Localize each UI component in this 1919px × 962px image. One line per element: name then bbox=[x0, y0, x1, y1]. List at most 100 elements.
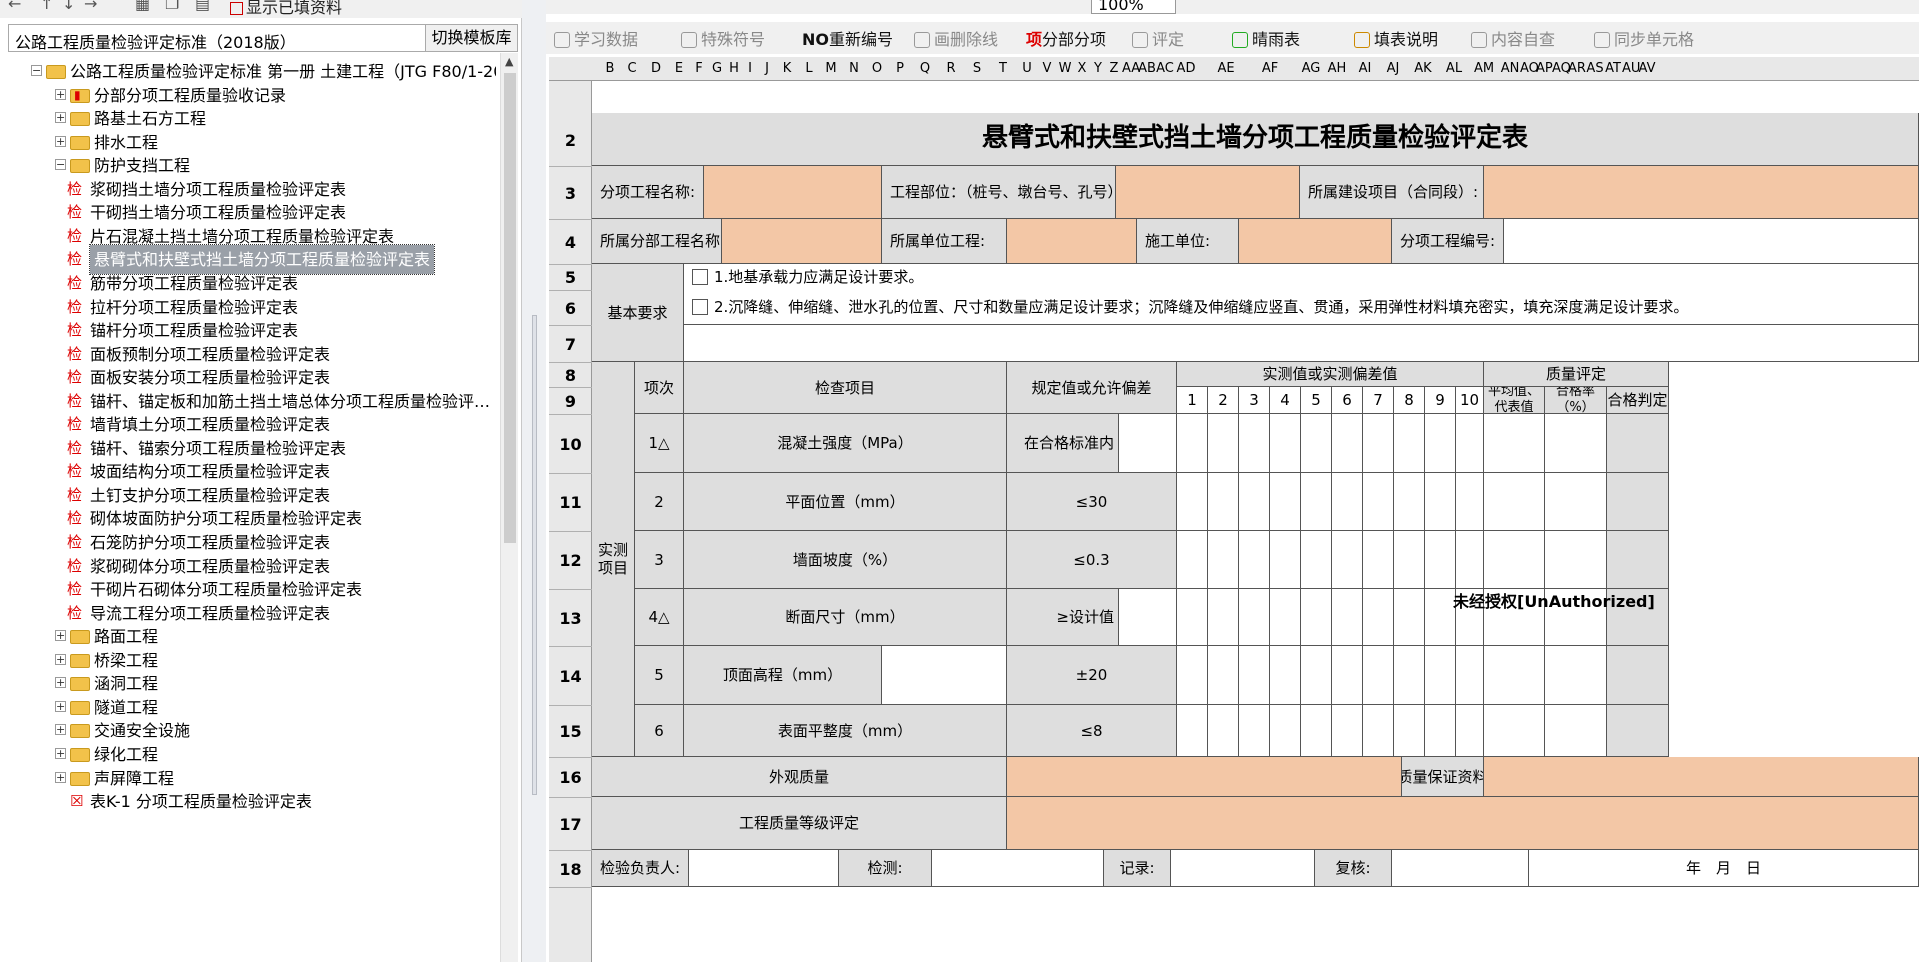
row-header[interactable]: 7 bbox=[549, 335, 592, 354]
measure-cell[interactable] bbox=[1394, 414, 1425, 473]
measure-cell[interactable] bbox=[1456, 705, 1484, 757]
column-header[interactable]: AM bbox=[1470, 61, 1498, 76]
toolbar-study-button[interactable]: 学习数据 bbox=[554, 26, 638, 50]
measure-cell[interactable] bbox=[1425, 531, 1456, 589]
column-header[interactable]: AP bbox=[1536, 61, 1553, 76]
column-header[interactable]: AO bbox=[1520, 61, 1539, 76]
contractor-input[interactable] bbox=[1239, 219, 1392, 264]
column-header[interactable]: AA bbox=[1122, 61, 1140, 76]
measure-cell[interactable] bbox=[1363, 589, 1394, 646]
paste-icon[interactable]: ▤ bbox=[195, 0, 210, 13]
column-header[interactable]: Q bbox=[912, 61, 938, 76]
column-header[interactable]: P bbox=[888, 61, 912, 76]
measure-cell[interactable] bbox=[1208, 531, 1239, 589]
column-header[interactable]: AD bbox=[1174, 61, 1198, 76]
measure-cell[interactable] bbox=[1270, 531, 1301, 589]
toolbar-item-button[interactable]: 项分部分项 bbox=[1026, 26, 1106, 50]
measure-cell[interactable] bbox=[1456, 646, 1484, 705]
measure-cell[interactable] bbox=[1239, 646, 1270, 705]
date-cell[interactable]: 年 月 日 bbox=[1529, 850, 1919, 887]
column-header[interactable]: I bbox=[742, 61, 758, 76]
measure-cell[interactable] bbox=[1208, 589, 1239, 646]
row-header[interactable]: 4 bbox=[549, 233, 592, 252]
expand-toggle-icon[interactable]: + bbox=[55, 771, 66, 783]
measure-index[interactable]: 5 bbox=[1301, 387, 1332, 414]
appearance-input[interactable] bbox=[1007, 757, 1402, 797]
expand-toggle-icon[interactable]: + bbox=[55, 653, 66, 665]
measure-cell[interactable] bbox=[1301, 531, 1332, 589]
row-header[interactable]: 11 bbox=[549, 493, 592, 512]
measure-index[interactable]: 4 bbox=[1270, 387, 1301, 414]
column-header[interactable]: X bbox=[1074, 61, 1090, 76]
measure-index[interactable]: 9 bbox=[1425, 387, 1456, 414]
column-header[interactable]: AE bbox=[1210, 61, 1242, 76]
row-header[interactable]: 3 bbox=[549, 184, 592, 203]
measure-cell[interactable] bbox=[1301, 589, 1332, 646]
column-header[interactable]: S bbox=[964, 61, 990, 76]
measure-cell[interactable] bbox=[1425, 646, 1456, 705]
column-header[interactable]: AR bbox=[1568, 61, 1586, 76]
column-header[interactable]: AG bbox=[1298, 61, 1324, 76]
column-header[interactable]: W bbox=[1056, 61, 1074, 76]
column-header[interactable]: AL bbox=[1440, 61, 1468, 76]
column-header[interactable]: Z bbox=[1106, 61, 1122, 76]
toolbar-weather-button[interactable]: 晴雨表 bbox=[1232, 26, 1300, 50]
measure-index[interactable]: 10 bbox=[1456, 387, 1484, 414]
measure-cell[interactable] bbox=[1394, 705, 1425, 757]
avg-cell[interactable] bbox=[1484, 646, 1545, 705]
back-icon[interactable]: ← bbox=[8, 0, 21, 13]
row-header[interactable]: 13 bbox=[549, 609, 592, 628]
expand-toggle-icon[interactable]: + bbox=[55, 630, 66, 642]
measure-cell[interactable] bbox=[1270, 473, 1301, 531]
column-header[interactable]: AU bbox=[1622, 61, 1640, 76]
measure-cell[interactable] bbox=[1301, 414, 1332, 473]
item-no-input[interactable] bbox=[1504, 219, 1919, 264]
measure-cell[interactable] bbox=[1332, 531, 1363, 589]
pass-rate-cell[interactable] bbox=[1545, 646, 1607, 705]
measure-cell[interactable] bbox=[1301, 646, 1332, 705]
column-header[interactable]: V bbox=[1038, 61, 1056, 76]
pass-rate-cell[interactable] bbox=[1545, 531, 1607, 589]
measure-cell[interactable] bbox=[1394, 589, 1425, 646]
splitter-handle[interactable] bbox=[532, 315, 537, 795]
measure-cell[interactable] bbox=[1456, 531, 1484, 589]
measure-index[interactable]: 7 bbox=[1363, 387, 1394, 414]
tree-scrollbar[interactable]: ▲ bbox=[500, 53, 518, 962]
measure-cell[interactable] bbox=[1363, 705, 1394, 757]
measure-cell[interactable] bbox=[1208, 705, 1239, 757]
measure-cell[interactable] bbox=[1332, 646, 1363, 705]
avg-cell[interactable] bbox=[1484, 414, 1545, 473]
column-header[interactable]: AF bbox=[1254, 61, 1286, 76]
grid-icon[interactable]: ▦ bbox=[135, 0, 150, 13]
measure-cell[interactable] bbox=[1394, 531, 1425, 589]
column-header[interactable]: AV bbox=[1638, 61, 1656, 76]
avg-cell[interactable] bbox=[1484, 531, 1545, 589]
row-header[interactable]: 18 bbox=[549, 860, 592, 879]
measure-cell[interactable] bbox=[1239, 414, 1270, 473]
column-header[interactable]: U bbox=[1016, 61, 1038, 76]
column-header[interactable]: AK bbox=[1408, 61, 1438, 76]
measure-cell[interactable] bbox=[1270, 589, 1301, 646]
column-header[interactable]: AI bbox=[1352, 61, 1378, 76]
recorder-input[interactable] bbox=[1171, 850, 1315, 887]
toolbar-check-button[interactable]: 内容自查 bbox=[1471, 26, 1555, 50]
measure-cell[interactable] bbox=[1239, 705, 1270, 757]
pass-rate-cell[interactable] bbox=[1545, 473, 1607, 531]
measure-cell[interactable] bbox=[1239, 531, 1270, 589]
column-header[interactable]: N bbox=[842, 61, 866, 76]
measure-cell[interactable] bbox=[1456, 473, 1484, 531]
measure-cell[interactable] bbox=[1301, 705, 1332, 757]
column-header[interactable]: AN bbox=[1500, 61, 1520, 76]
avg-cell[interactable] bbox=[1484, 473, 1545, 531]
column-header[interactable]: AB bbox=[1138, 61, 1156, 76]
measure-cell[interactable] bbox=[1425, 589, 1456, 646]
toolbar-symbol-button[interactable]: 特殊符号 bbox=[681, 26, 765, 50]
column-header[interactable]: AH bbox=[1324, 61, 1350, 76]
row-header[interactable]: 12 bbox=[549, 551, 592, 570]
division-input[interactable] bbox=[722, 219, 882, 264]
move-down-icon[interactable]: ↓ bbox=[62, 0, 75, 13]
qa-docs-input[interactable] bbox=[1484, 757, 1919, 797]
measure-index[interactable]: 1 bbox=[1177, 387, 1208, 414]
column-header[interactable]: Y bbox=[1090, 61, 1106, 76]
pass-rate-cell[interactable] bbox=[1545, 414, 1607, 473]
